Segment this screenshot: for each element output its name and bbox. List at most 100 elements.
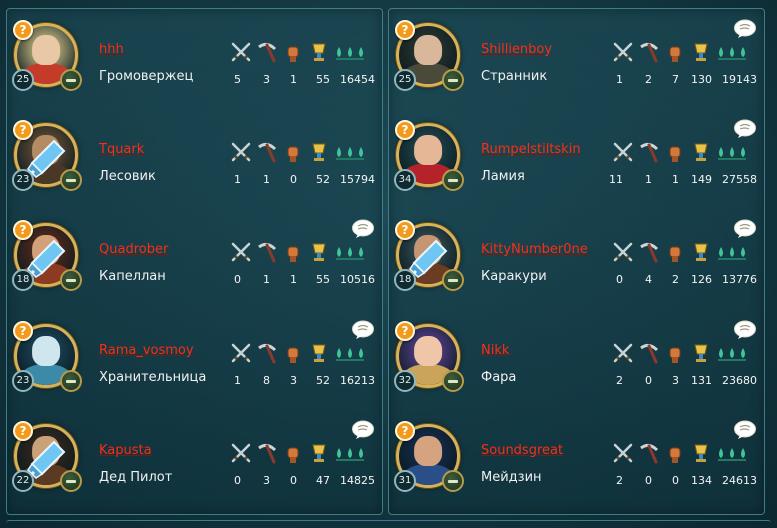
pickaxe-icon bbox=[640, 343, 659, 364]
fist-icon bbox=[287, 347, 299, 363]
crossed-swords-icon bbox=[613, 42, 633, 62]
speech-bubble-icon[interactable] bbox=[351, 420, 375, 440]
speech-bubble-icon[interactable] bbox=[733, 420, 757, 440]
trophy-icon bbox=[694, 143, 708, 161]
trophy-icon bbox=[694, 43, 708, 61]
pickaxe-icon bbox=[640, 443, 659, 464]
help-icon[interactable]: ? bbox=[13, 220, 33, 240]
level-badge: 18 bbox=[394, 269, 416, 291]
trophy-icon bbox=[312, 243, 326, 261]
help-icon[interactable]: ? bbox=[13, 321, 33, 341]
stat-power: 1 bbox=[672, 173, 679, 186]
stat-rating: 27558 bbox=[722, 173, 757, 186]
stat-rating: 24613 bbox=[722, 474, 757, 487]
kick-member-button[interactable] bbox=[442, 169, 464, 191]
help-icon[interactable]: ? bbox=[13, 20, 33, 40]
bottom-divider bbox=[6, 520, 771, 526]
help-icon[interactable]: ? bbox=[395, 321, 415, 341]
drops-icon bbox=[336, 247, 364, 260]
player-avatar-frame[interactable]: ? 23 bbox=[12, 120, 82, 191]
speech-bubble-icon[interactable] bbox=[733, 119, 757, 139]
player-name-link[interactable]: KittyNumber0ne bbox=[481, 242, 588, 257]
stat-power: 3 bbox=[672, 374, 679, 387]
level-badge: 32 bbox=[394, 370, 416, 392]
fist-icon bbox=[287, 246, 299, 262]
help-icon[interactable]: ? bbox=[395, 120, 415, 140]
player-avatar-frame[interactable]: ? 25 bbox=[12, 20, 82, 91]
help-icon[interactable]: ? bbox=[395, 421, 415, 441]
trophy-icon bbox=[312, 344, 326, 362]
kick-member-button[interactable] bbox=[60, 269, 82, 291]
help-icon[interactable]: ? bbox=[395, 220, 415, 240]
stat-harvest: 4 bbox=[645, 273, 652, 286]
player-name-link[interactable]: Kapusta bbox=[99, 443, 152, 458]
stat-kills: 0 bbox=[234, 474, 241, 487]
stat-harvest: 2 bbox=[645, 73, 652, 86]
kick-member-button[interactable] bbox=[442, 370, 464, 392]
player-avatar-frame[interactable]: ? 31 bbox=[394, 421, 464, 492]
crossed-swords-icon bbox=[231, 443, 251, 463]
pickaxe-icon bbox=[258, 42, 277, 63]
kick-member-button[interactable] bbox=[442, 470, 464, 492]
kick-member-button[interactable] bbox=[442, 269, 464, 291]
player-name-link[interactable]: Quadrober bbox=[99, 242, 168, 257]
stat-wins: 47 bbox=[316, 474, 330, 487]
player-avatar-frame[interactable]: ? 18 bbox=[12, 220, 82, 291]
level-badge: 23 bbox=[12, 169, 34, 191]
stat-wins: 149 bbox=[691, 173, 712, 186]
drops-icon bbox=[336, 348, 364, 361]
help-icon[interactable]: ? bbox=[395, 20, 415, 40]
player-name-link[interactable]: Rama_vosmoy bbox=[99, 343, 194, 358]
player-avatar-frame[interactable]: ? 22 bbox=[12, 421, 82, 492]
player-name-link[interactable]: Nikk bbox=[481, 343, 509, 358]
player-hero-title: Хранительница bbox=[99, 370, 207, 385]
help-icon[interactable]: ? bbox=[13, 120, 33, 140]
stat-kills: 1 bbox=[616, 73, 623, 86]
player-name-link[interactable]: Shillienboy bbox=[481, 42, 552, 57]
stat-harvest: 3 bbox=[263, 474, 270, 487]
player-name-link[interactable]: Rumpelstiltskin bbox=[481, 142, 581, 157]
stat-kills: 2 bbox=[616, 474, 623, 487]
stat-power: 0 bbox=[672, 474, 679, 487]
stat-wins: 131 bbox=[691, 374, 712, 387]
kick-member-button[interactable] bbox=[60, 69, 82, 91]
speech-bubble-icon[interactable] bbox=[351, 219, 375, 239]
speech-bubble-icon[interactable] bbox=[733, 19, 757, 39]
kick-member-button[interactable] bbox=[60, 169, 82, 191]
drops-icon bbox=[336, 147, 364, 160]
speech-bubble-icon[interactable] bbox=[733, 219, 757, 239]
trophy-icon bbox=[694, 444, 708, 462]
speech-bubble-icon[interactable] bbox=[351, 320, 375, 340]
trophy-icon bbox=[312, 444, 326, 462]
portrait-face bbox=[414, 436, 442, 467]
player-avatar-frame[interactable]: ? 32 bbox=[394, 321, 464, 392]
portrait-face bbox=[32, 35, 60, 66]
stat-rating: 15794 bbox=[340, 173, 375, 186]
stat-power: 2 bbox=[672, 273, 679, 286]
player-avatar-frame[interactable]: ? 34 bbox=[394, 120, 464, 191]
player-hero-title: Лесовик bbox=[99, 169, 156, 184]
player-avatar-frame[interactable]: ? 25 bbox=[394, 20, 464, 91]
help-icon[interactable]: ? bbox=[13, 421, 33, 441]
player-avatar-frame[interactable]: ? 23 bbox=[12, 321, 82, 392]
portrait-face bbox=[32, 436, 60, 467]
stat-power: 0 bbox=[290, 474, 297, 487]
speech-bubble-icon[interactable] bbox=[733, 320, 757, 340]
level-badge: 18 bbox=[12, 269, 34, 291]
player-name-link[interactable]: hhh bbox=[99, 42, 124, 57]
player-avatar-frame[interactable]: ? 18 bbox=[394, 220, 464, 291]
level-badge: 34 bbox=[394, 169, 416, 191]
player-row: ? 18 KittyNumber0ne Каракури 0 4 2 126 1… bbox=[389, 209, 764, 309]
kick-member-button[interactable] bbox=[60, 470, 82, 492]
stat-power: 7 bbox=[672, 73, 679, 86]
kick-member-button[interactable] bbox=[60, 370, 82, 392]
level-badge: 25 bbox=[394, 69, 416, 91]
kick-member-button[interactable] bbox=[442, 69, 464, 91]
fist-icon bbox=[669, 146, 681, 162]
stat-rating: 16454 bbox=[340, 73, 375, 86]
player-row: ? 25 Shillienboy Странник 1 2 7 130 1914… bbox=[389, 9, 764, 109]
stat-wins: 52 bbox=[316, 374, 330, 387]
player-name-link[interactable]: Soundsgreat bbox=[481, 443, 563, 458]
player-hero-title: Мейдзин bbox=[481, 470, 542, 485]
player-name-link[interactable]: Tquark bbox=[99, 142, 144, 157]
